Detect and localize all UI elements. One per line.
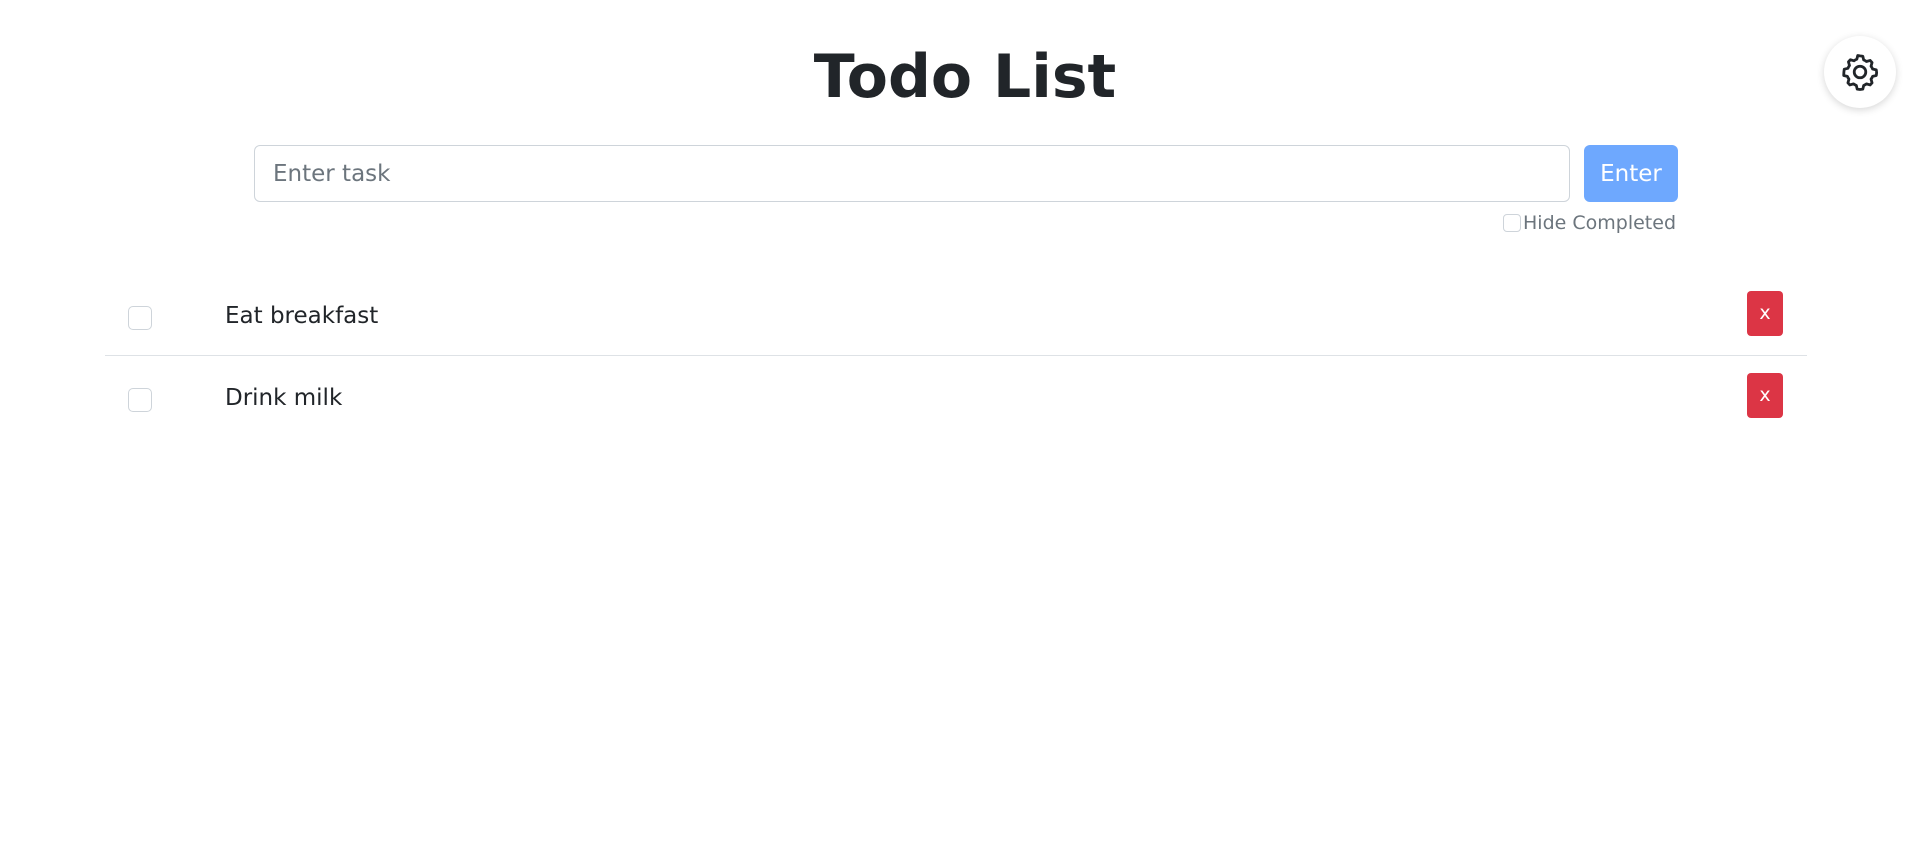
list-item: Drink milk x bbox=[105, 356, 1807, 437]
todo-text: Drink milk bbox=[225, 385, 343, 411]
todo-checkbox[interactable] bbox=[128, 306, 152, 330]
todo-app: Todo List Enter Hide Completed Eat break… bbox=[0, 0, 1918, 865]
todo-text: Eat breakfast bbox=[225, 303, 379, 329]
hide-completed-toggle[interactable]: Hide Completed bbox=[1503, 212, 1676, 234]
settings-button[interactable] bbox=[1824, 36, 1896, 108]
delete-button[interactable]: x bbox=[1747, 373, 1783, 418]
gear-icon bbox=[1842, 54, 1879, 91]
todo-list: Eat breakfast x Drink milk x bbox=[105, 277, 1807, 437]
page-title: Todo List bbox=[813, 42, 1117, 112]
list-item: Eat breakfast x bbox=[105, 277, 1807, 356]
task-input[interactable] bbox=[254, 145, 1570, 202]
todo-checkbox[interactable] bbox=[128, 388, 152, 412]
hide-completed-checkbox[interactable] bbox=[1503, 214, 1522, 232]
delete-button[interactable]: x bbox=[1747, 291, 1783, 336]
task-form: Enter bbox=[254, 145, 1678, 202]
enter-button[interactable]: Enter bbox=[1584, 145, 1678, 202]
hide-completed-label: Hide Completed bbox=[1523, 212, 1676, 234]
